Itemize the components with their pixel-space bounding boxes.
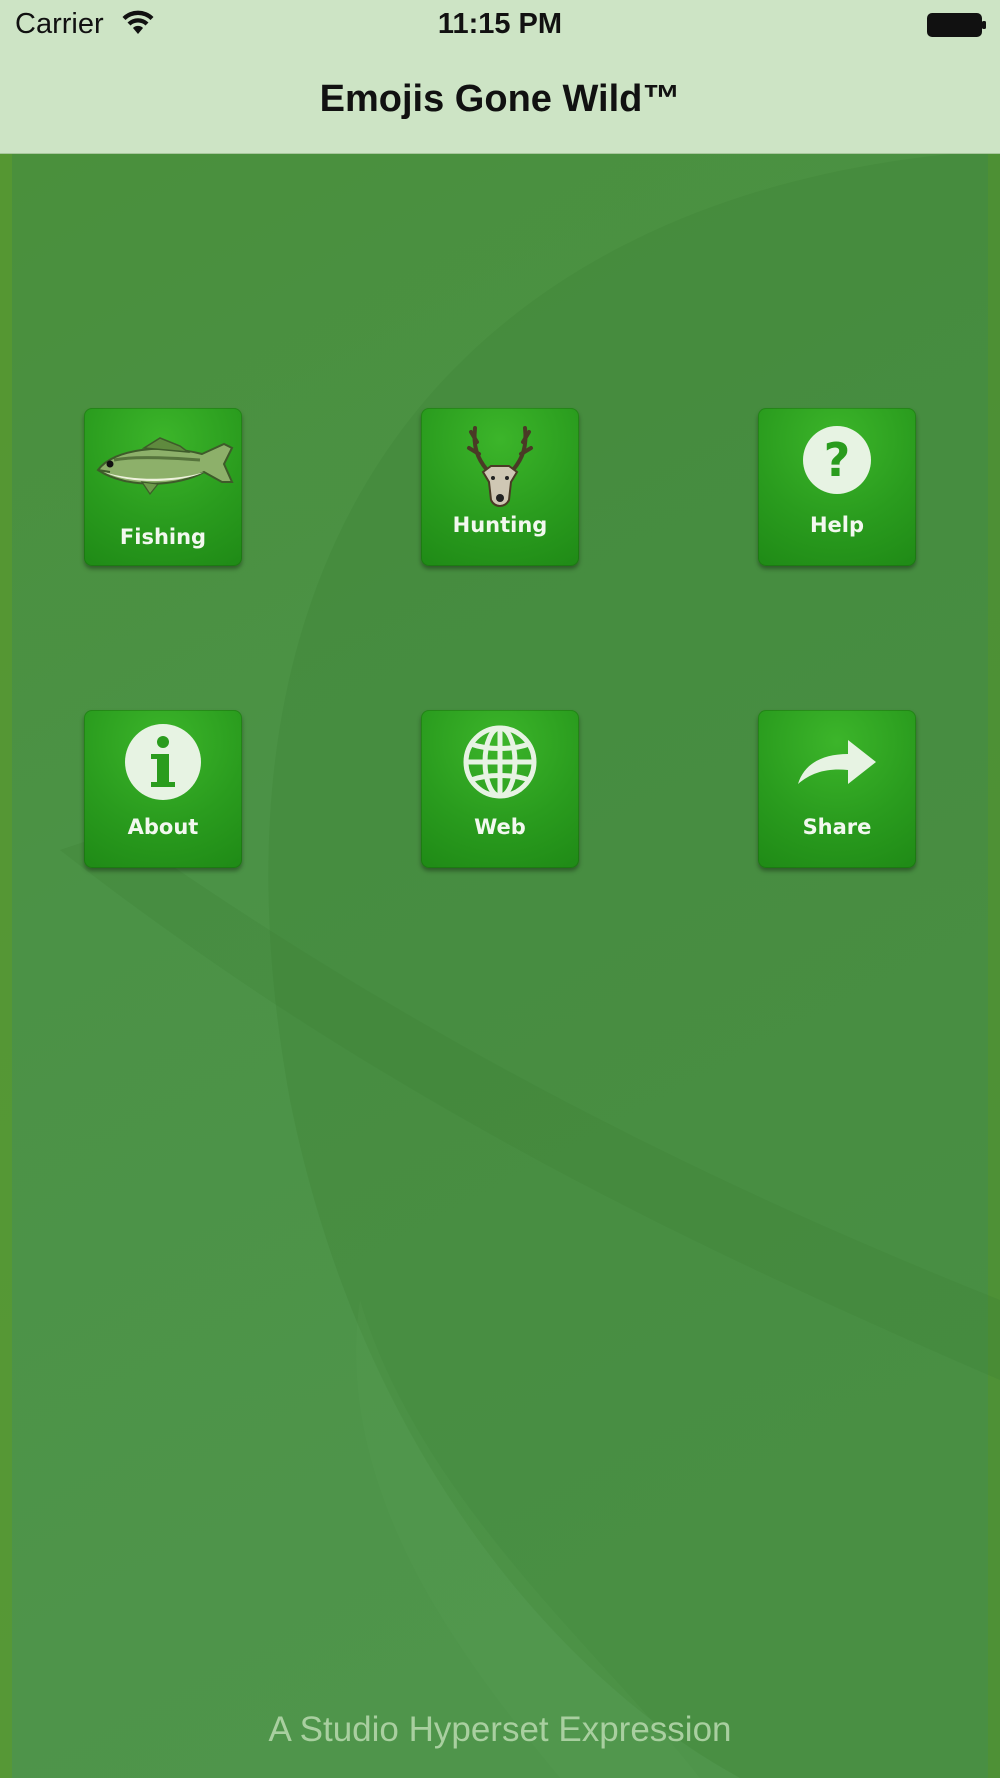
question-icon: ? [803,426,871,494]
web-button[interactable]: Web [421,710,579,868]
about-label: About [127,815,199,839]
navigation-bar: Emojis Gone Wild™ [0,50,1000,153]
hunting-button[interactable]: Hunting [421,408,579,566]
bass-fish-icon [96,437,234,496]
status-bar: Carrier 11:15 PM [0,0,1000,50]
web-label: Web [474,815,526,839]
battery-icon [927,13,986,37]
hunting-label: Hunting [452,513,548,537]
fishing-button[interactable]: Fishing [84,408,242,566]
deer-head-icon [467,426,533,507]
info-icon [125,724,201,800]
fishing-label: Fishing [119,525,207,549]
svg-text:?: ? [824,433,851,487]
footer-credit: A Studio Hyperset Expression [268,1710,732,1749]
about-button[interactable]: About [84,710,242,868]
page-title: Emojis Gone Wild™ [319,78,681,120]
top-bar: Carrier 11:15 PM Emojis Gone Wild™ [0,0,1000,154]
share-label: Share [802,815,872,839]
share-arrow-icon [798,740,876,784]
globe-icon [463,725,537,799]
help-button[interactable]: ? Help [758,408,916,566]
status-time: 11:15 PM [437,8,563,40]
share-button[interactable]: Share [758,710,916,868]
background-swoosh [0,0,1000,1778]
help-label: Help [809,513,865,537]
app-screen: Carrier 11:15 PM Emojis Gone Wild™ Fishi… [0,0,1000,1778]
